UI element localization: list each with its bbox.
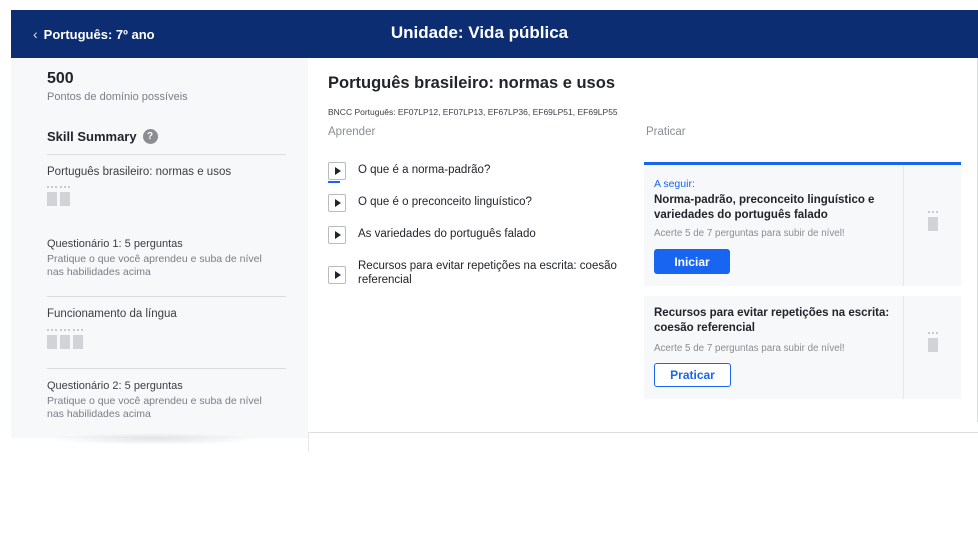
practice-title: Recursos para evitar repetições na escri…	[654, 307, 890, 334]
mastery-unfamiliar-icon	[928, 211, 938, 231]
sidebar-item-funcionamento-da-lingua[interactable]: Funcionamento da língua	[47, 308, 177, 320]
practice-description: Acerte 5 de 7 perguntas para subir de ní…	[654, 343, 845, 354]
mastery-unfamiliar-icon[interactable]	[47, 329, 57, 349]
sidebar-scroll-shadow	[48, 433, 262, 445]
bncc-codes: BNCC Português: EF07LP12, EF07LP13, EF67…	[328, 107, 618, 117]
practice-mastery-panel	[903, 296, 961, 399]
mastery-unfamiliar-icon[interactable]	[60, 186, 70, 206]
skill-mastery-row	[47, 186, 70, 206]
sidebar: 500 Pontos de domínio possíveis Skill Su…	[11, 58, 308, 438]
mastery-unfamiliar-icon[interactable]	[60, 329, 70, 349]
skill-mastery-row	[47, 329, 83, 349]
practice-card-next: A seguir: Norma-padrão, preconceito ling…	[644, 162, 961, 286]
quiz-description: Pratique o que você aprendeu e suba de n…	[47, 253, 262, 278]
next-lesson-panel-edge	[308, 432, 978, 433]
mastery-unfamiliar-icon[interactable]	[47, 186, 57, 206]
lesson-title: Português brasileiro: normas e usos	[328, 74, 615, 92]
sidebar-item-normas-e-usos[interactable]: Português brasileiro: normas e usos	[47, 166, 231, 178]
practice-card: Recursos para evitar repetições na escri…	[644, 296, 961, 399]
learn-column-header: Aprender	[328, 126, 376, 138]
unit-title: Unidade: Vida pública	[390, 23, 569, 42]
question-circle-icon[interactable]: ?	[142, 129, 158, 144]
video-title: Recursos para evitar repetições na escri…	[358, 260, 617, 286]
play-icon	[328, 194, 346, 212]
mastery-unfamiliar-icon	[928, 332, 938, 352]
start-button[interactable]: Iniciar	[654, 249, 730, 274]
skill-summary-heading: Skill Summary ?	[47, 129, 158, 144]
next-lesson-panel-edge	[308, 432, 309, 452]
video-title: O que é o preconceito linguístico?	[358, 196, 532, 208]
sidebar-item-questionario-2[interactable]: Questionário 2: 5 perguntas	[47, 380, 183, 392]
video-item[interactable]: Recursos para evitar repetições na escri…	[328, 258, 628, 287]
video-item[interactable]: O que é a norma-padrão?	[328, 162, 628, 183]
divider	[47, 368, 286, 369]
video-item[interactable]: O que é o preconceito linguístico?	[328, 194, 628, 212]
lesson-panel: Português brasileiro: normas e usos BNCC…	[308, 58, 978, 422]
up-next-tag: A seguir:	[654, 178, 695, 190]
quiz-description: Pratique o que você aprendeu e suba de n…	[47, 395, 262, 420]
mastery-unfamiliar-icon[interactable]	[73, 329, 83, 349]
video-title: As variedades do português falado	[358, 228, 536, 240]
play-icon	[328, 162, 346, 183]
mastery-points-label: Pontos de domínio possíveis	[47, 91, 188, 103]
play-icon	[328, 226, 346, 244]
divider	[47, 296, 286, 297]
play-icon	[328, 266, 346, 284]
sidebar-item-questionario-1[interactable]: Questionário 1: 5 perguntas	[47, 238, 183, 250]
video-item[interactable]: As variedades do português falado	[328, 226, 628, 244]
divider	[47, 154, 286, 155]
mastery-points-value: 500	[47, 70, 74, 87]
video-progress-bar	[328, 181, 340, 183]
practice-mastery-panel	[903, 165, 961, 286]
practice-button[interactable]: Praticar	[654, 363, 731, 387]
top-bar: ‹ Português: 7º ano Unidade: Vida públic…	[11, 10, 978, 58]
video-title: O que é a norma-padrão?	[358, 164, 491, 176]
practice-title: Norma-padrão, preconceito linguístico e …	[654, 194, 875, 221]
practice-column-header: Praticar	[646, 126, 686, 138]
practice-description: Acerte 5 de 7 perguntas para subir de ní…	[654, 228, 845, 239]
skill-summary-label: Skill Summary	[47, 129, 137, 144]
